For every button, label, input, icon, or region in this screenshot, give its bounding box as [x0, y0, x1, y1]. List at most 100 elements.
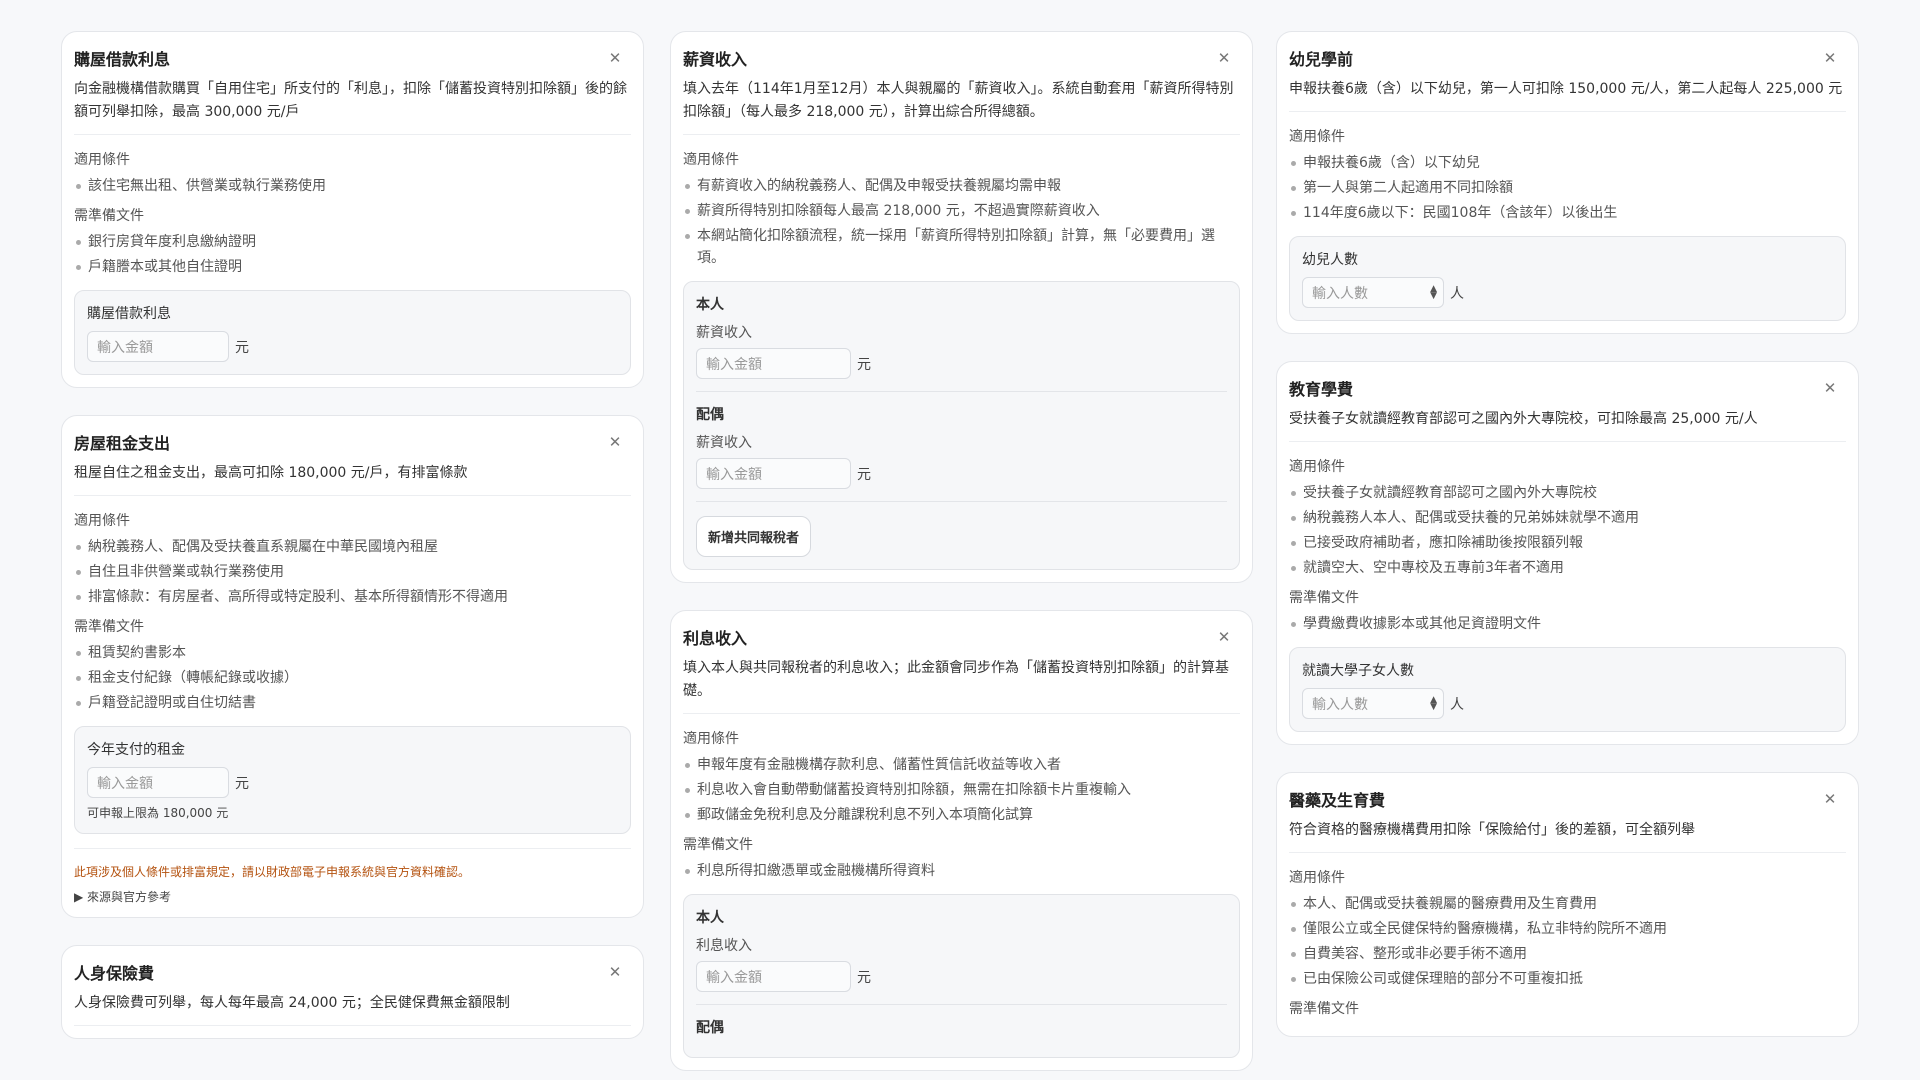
stepper-arrows-icon[interactable]: ▲ ▼ [1430, 284, 1437, 300]
conditions-heading: 適用條件 [683, 731, 739, 747]
divider [696, 391, 1227, 392]
documents-heading: 需準備文件 [74, 619, 144, 635]
close-icon[interactable]: ✕ [603, 430, 627, 454]
documents-list: 銀行房貸年度利息繳納證明 戶籍謄本或其他自住證明 [74, 231, 631, 278]
conditions-heading: 適用條件 [1289, 129, 1345, 145]
card-description: 受扶養子女就讀經教育部認可之國內外大專院校，可扣除最高 25,000 元/人 [1289, 408, 1846, 442]
list-item: 戶籍登記證明或自住切結書 [74, 692, 631, 714]
close-icon[interactable]: ✕ [1818, 787, 1842, 811]
self-heading: 本人 [696, 910, 724, 926]
conditions-list: 納稅義務人、配偶及受扶養直系親屬在中華民國境內租屋 自住且非供營業或執行業務使用… [74, 536, 631, 608]
conditions-list: 申報扶養6歲（含）以下幼兒 第一人與第二人起適用不同扣除額 114年度6歲以下：… [1289, 152, 1846, 224]
card-title: 幼兒學前 [1289, 50, 1354, 69]
preschool-count-stepper[interactable]: 輸入人數 ▲ ▼ [1302, 277, 1444, 308]
divider [696, 1004, 1227, 1005]
close-icon[interactable]: ✕ [1212, 46, 1236, 70]
documents-heading: 需準備文件 [683, 837, 753, 853]
card-title: 人身保險費 [74, 964, 155, 983]
self-interest-input[interactable]: 輸入金額 [696, 961, 851, 992]
close-icon[interactable]: ✕ [1818, 46, 1842, 70]
card-title: 醫藥及生育費 [1289, 791, 1386, 810]
list-item: 納稅義務人本人、配偶或受扶養的兄弟姊妹就學不適用 [1289, 507, 1846, 529]
conditions-list: 該住宅無出租、供營業或執行業務使用 [74, 175, 631, 197]
list-item: 排富條款：有房屋者、高所得或特定股利、基本所得額情形不得適用 [74, 586, 631, 608]
field-label: 利息收入 [696, 938, 752, 954]
field-label: 薪資收入 [696, 325, 752, 341]
college-children-stepper[interactable]: 輸入人數 ▲ ▼ [1302, 688, 1444, 719]
documents-list: 利息所得扣繳憑單或金融機構所得資料 [683, 860, 1240, 882]
input-panel: 本人 薪資收入 輸入金額 元 配偶 薪資收入 輸入金額 元 新增共同報稅者 [683, 281, 1240, 570]
list-item: 納稅義務人、配偶及受扶養直系親屬在中華民國境內租屋 [74, 536, 631, 558]
self-salary-input[interactable]: 輸入金額 [696, 348, 851, 379]
list-item: 利息收入會自動帶動儲蓄投資特別扣除額，無需在扣除額卡片重複輸入 [683, 779, 1240, 801]
unit-label: 元 [235, 775, 249, 792]
list-item: 已由保險公司或健保理賠的部分不可重複扣抵 [1289, 968, 1846, 990]
spouse-salary-input[interactable]: 輸入金額 [696, 458, 851, 489]
input-panel: 今年支付的租金 輸入金額 元 可申報上限為 180,000 元 [74, 726, 631, 834]
list-item: 利息所得扣繳憑單或金融機構所得資料 [683, 860, 1240, 882]
list-item: 有薪資收入的納稅義務人、配偶及申報受扶養親屬均需申報 [683, 175, 1240, 197]
close-icon[interactable]: ✕ [603, 960, 627, 984]
card-title: 薪資收入 [683, 50, 748, 69]
list-item: 薪資所得特別扣除額每人最高 218,000 元，不超過實際薪資收入 [683, 200, 1240, 222]
preschool-card: 幼兒學前 ✕ 申報扶養6歲（含）以下幼兒，第一人可扣除 150,000 元/人，… [1276, 31, 1859, 334]
close-icon[interactable]: ✕ [1818, 376, 1842, 400]
card-description: 人身保險費可列舉，每人每年最高 24,000 元；全民健保費無金額限制 [74, 992, 631, 1026]
salary-card: 薪資收入 ✕ 填入去年（114年1月至12月）本人與親屬的「薪資收入」。系統自動… [670, 31, 1253, 583]
mortgage-interest-input[interactable]: 輸入金額 [87, 331, 229, 362]
close-icon[interactable]: ✕ [603, 46, 627, 70]
conditions-list: 有薪資收入的納稅義務人、配偶及申報受扶養親屬均需申報 薪資所得特別扣除額每人最高… [683, 175, 1240, 269]
list-item: 就讀空大、空中專校及五專前3年者不適用 [1289, 557, 1846, 579]
conditions-list: 本人、配偶或受扶養親屬的醫療費用及生育費用 僅限公立或全民健保特約醫療機構，私立… [1289, 893, 1846, 990]
card-description: 填入去年（114年1月至12月）本人與親屬的「薪資收入」。系統自動套用「薪資所得… [683, 78, 1240, 135]
source-link[interactable]: ▶ 來源與官方參考 [74, 888, 631, 905]
list-item: 申報扶養6歲（含）以下幼兒 [1289, 152, 1846, 174]
placeholder-text: 輸入人數 [1312, 285, 1368, 302]
rent-input[interactable]: 輸入金額 [87, 767, 229, 798]
list-item: 本人、配偶或受扶養親屬的醫療費用及生育費用 [1289, 893, 1846, 915]
documents-heading: 需準備文件 [74, 208, 144, 224]
conditions-heading: 適用條件 [683, 152, 739, 168]
card-title: 利息收入 [683, 629, 748, 648]
insurance-card: 人身保險費 ✕ 人身保險費可列舉，每人每年最高 24,000 元；全民健保費無金… [61, 945, 644, 1039]
spouse-heading: 配偶 [696, 407, 724, 423]
placeholder-text: 輸入人數 [1312, 696, 1368, 713]
input-panel: 本人 利息收入 輸入金額 元 配偶 [683, 894, 1240, 1058]
unit-label: 元 [857, 356, 871, 373]
list-item: 自住且非供營業或執行業務使用 [74, 561, 631, 583]
list-item: 申報年度有金融機構存款利息、儲蓄性質信託收益等收入者 [683, 754, 1240, 776]
column-left: 購屋借款利息 ✕ 向金融機構借款購買「自用住宅」所支付的「利息」，扣除「儲蓄投資… [61, 31, 644, 1066]
close-icon[interactable]: ✕ [1212, 625, 1236, 649]
interest-card: 利息收入 ✕ 填入本人與共同報稅者的利息收入；此金額會同步作為「儲蓄投資特別扣除… [670, 610, 1253, 1071]
stepper-arrows-icon[interactable]: ▲ ▼ [1430, 695, 1437, 711]
medical-card: 醫藥及生育費 ✕ 符合資格的醫療機構費用扣除「保險給付」後的差額，可全額列舉 適… [1276, 772, 1859, 1037]
add-cofiler-button[interactable]: 新增共同報稅者 [696, 516, 812, 557]
column-right: 幼兒學前 ✕ 申報扶養6歲（含）以下幼兒，第一人可扣除 150,000 元/人，… [1276, 31, 1859, 1064]
documents-list: 租賃契約書影本 租金支付紀錄（轉帳紀錄或收據） 戶籍登記證明或自住切結書 [74, 642, 631, 714]
card-title: 購屋借款利息 [74, 50, 171, 69]
warning-text: 此項涉及個人條件或排富規定，請以財政部電子申報系統與官方資料確認。 [74, 848, 631, 880]
documents-heading: 需準備文件 [1289, 1001, 1359, 1017]
field-label: 薪資收入 [696, 435, 752, 451]
conditions-heading: 適用條件 [1289, 870, 1345, 886]
list-item: 學費繳費收據影本或其他足資證明文件 [1289, 613, 1846, 635]
column-middle: 薪資收入 ✕ 填入去年（114年1月至12月）本人與親屬的「薪資收入」。系統自動… [670, 31, 1253, 1080]
input-panel: 幼兒人數 輸入人數 ▲ ▼ 人 [1289, 236, 1846, 321]
input-panel: 購屋借款利息 輸入金額 元 [74, 290, 631, 375]
divider [696, 501, 1227, 502]
card-description: 符合資格的醫療機構費用扣除「保險給付」後的差額，可全額列舉 [1289, 819, 1846, 853]
input-label: 購屋借款利息 [87, 306, 171, 322]
unit-label: 元 [235, 339, 249, 356]
limit-hint: 可申報上限為 180,000 元 [87, 806, 229, 820]
list-item: 租賃契約書影本 [74, 642, 631, 664]
tuition-card: 教育學費 ✕ 受扶養子女就讀經教育部認可之國內外大專院校，可扣除最高 25,00… [1276, 361, 1859, 745]
list-item: 租金支付紀錄（轉帳紀錄或收據） [74, 667, 631, 689]
card-title: 房屋租金支出 [74, 434, 171, 453]
documents-list: 學費繳費收據影本或其他足資證明文件 [1289, 613, 1846, 635]
list-item: 戶籍謄本或其他自住證明 [74, 256, 631, 278]
conditions-list: 申報年度有金融機構存款利息、儲蓄性質信託收益等收入者 利息收入會自動帶動儲蓄投資… [683, 754, 1240, 826]
card-description: 申報扶養6歲（含）以下幼兒，第一人可扣除 150,000 元/人，第二人起每人 … [1289, 78, 1846, 112]
list-item: 僅限公立或全民健保特約醫療機構，私立非特約院所不適用 [1289, 918, 1846, 940]
spouse-heading: 配偶 [696, 1020, 724, 1036]
conditions-heading: 適用條件 [74, 152, 130, 168]
